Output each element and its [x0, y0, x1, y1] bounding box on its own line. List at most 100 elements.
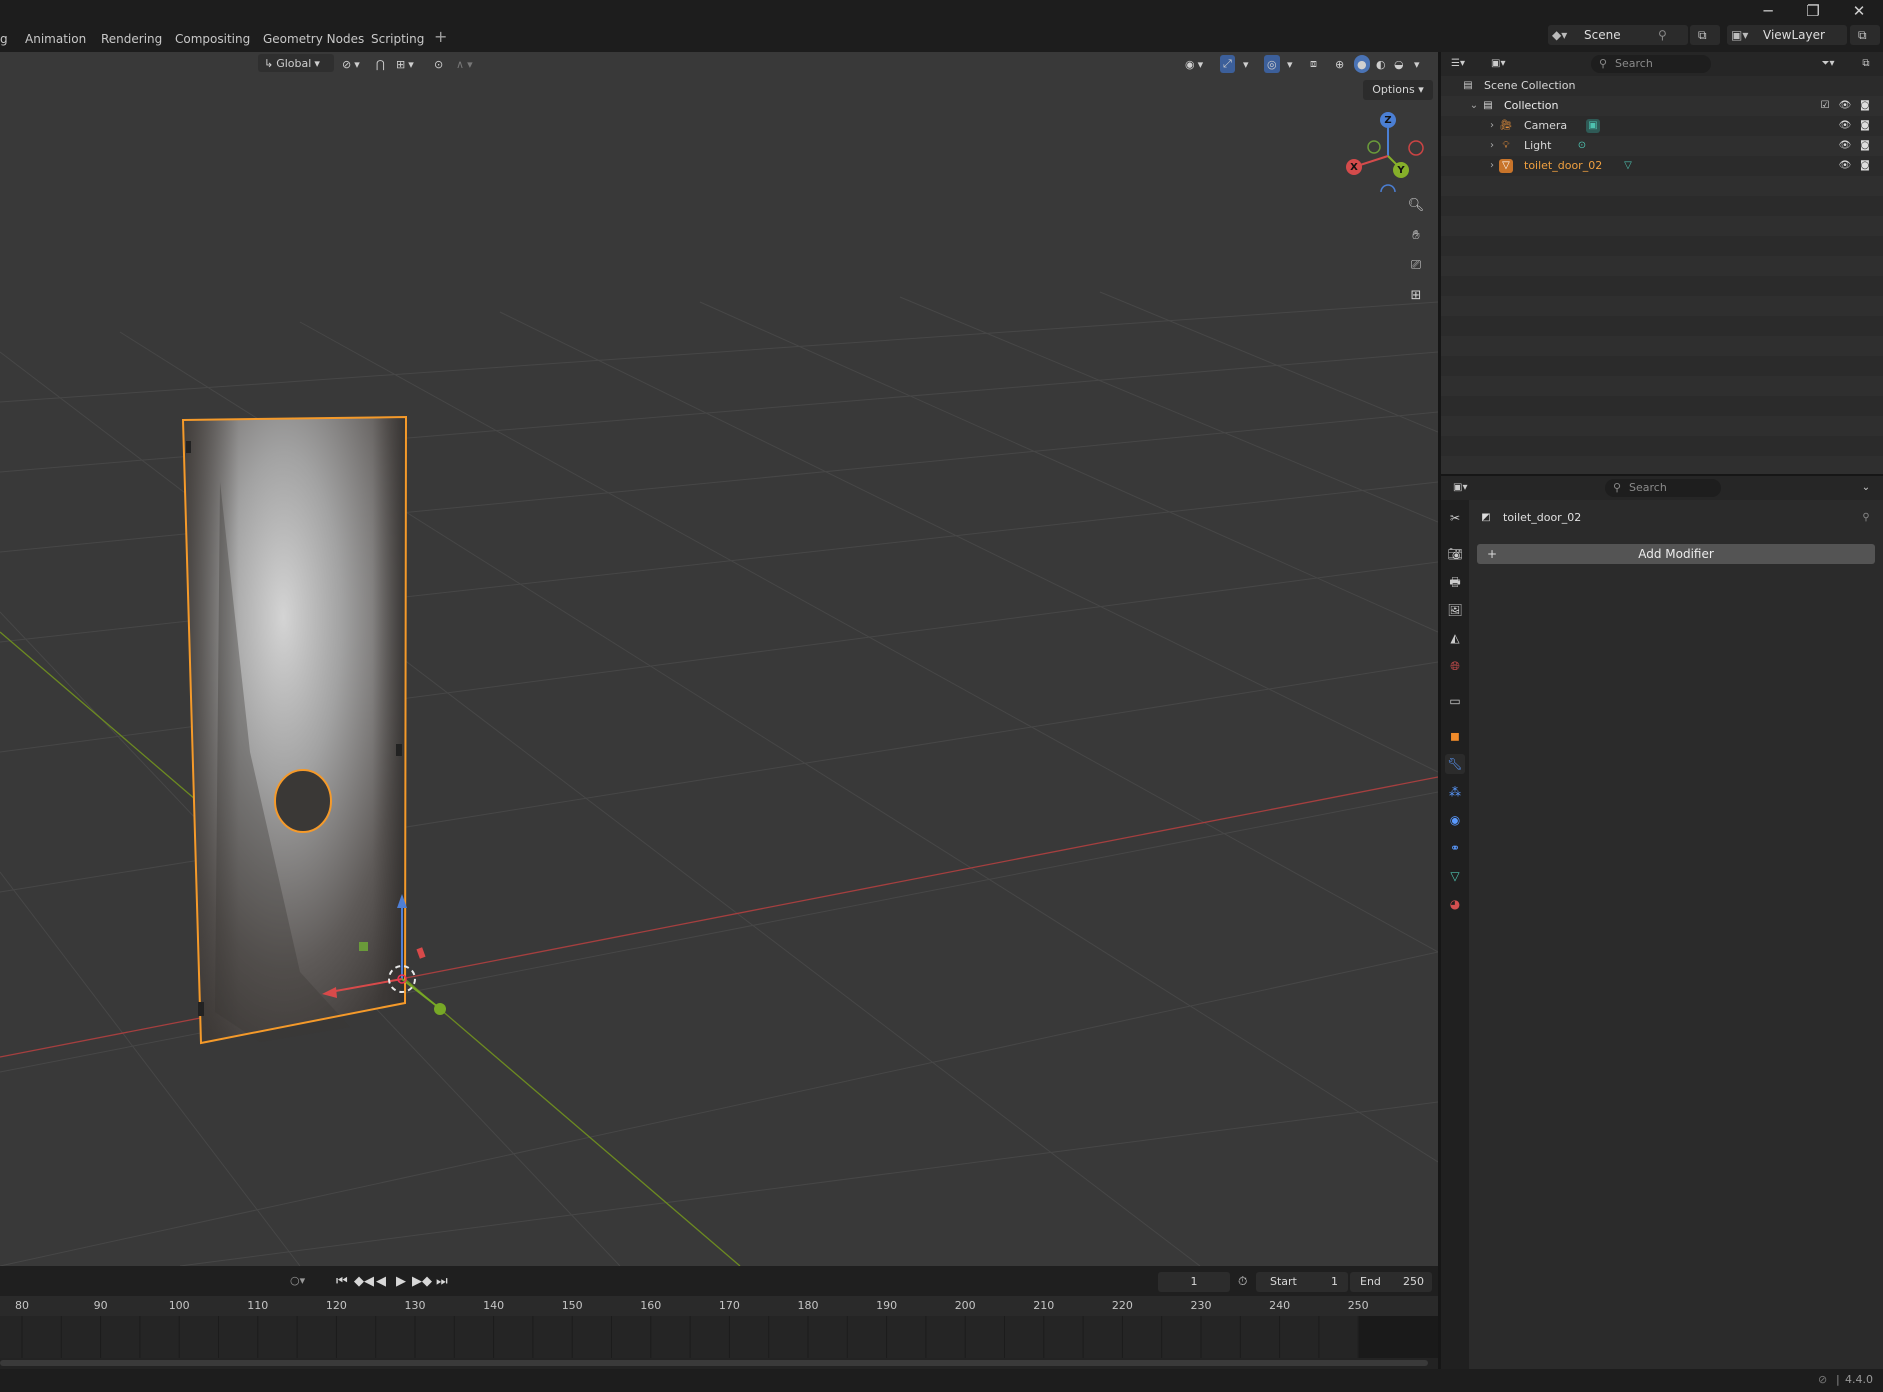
- eye-icon[interactable]: 👁︎: [1838, 139, 1852, 153]
- outliner-row-light[interactable]: › 💡︎ Light ⊙ 👁︎ ◙: [1441, 136, 1883, 156]
- camera-render-icon[interactable]: ◙: [1858, 159, 1872, 173]
- current-frame-field[interactable]: 1: [1158, 1272, 1230, 1292]
- transform-orientation-dropdown[interactable]: ↳ Global ▾: [258, 54, 334, 72]
- view-layer-selector[interactable]: ▣▾ ViewLayer: [1727, 25, 1847, 45]
- camera-render-icon[interactable]: ◙: [1858, 119, 1872, 133]
- outliner-row-toilet-door[interactable]: › ▽ toilet_door_02 ▽ 👁︎ ◙: [1441, 156, 1883, 176]
- gizmo-toggle[interactable]: ⤢: [1220, 55, 1235, 73]
- jump-start-button[interactable]: ⏮: [336, 1274, 348, 1289]
- material-shading-button[interactable]: ◐: [1376, 55, 1386, 73]
- particles-tab-icon[interactable]: ⁂: [1445, 782, 1465, 802]
- options-dropdown[interactable]: Options ▾: [1363, 80, 1433, 100]
- snap-toggle[interactable]: ⋂: [376, 55, 385, 73]
- stopwatch-icon[interactable]: ⏱: [1238, 1274, 1247, 1289]
- collection-tab-icon[interactable]: ▭: [1445, 691, 1465, 711]
- checkbox-icon[interactable]: ☑: [1818, 99, 1832, 113]
- overlays-dropdown[interactable]: ▾: [1287, 55, 1293, 73]
- minimize-button[interactable]: ─: [1745, 0, 1791, 22]
- keyframe-record-icon[interactable]: ○▾: [290, 1274, 305, 1287]
- add-modifier-button[interactable]: + Add Modifier: [1477, 544, 1875, 564]
- light-data-icon[interactable]: ⊙: [1575, 139, 1589, 153]
- new-view-layer-button[interactable]: ⧉: [1850, 25, 1880, 45]
- physics-tab-icon[interactable]: ◉: [1445, 810, 1465, 830]
- viewport-3d[interactable]: ↳ Global ▾ ⊘ ▾ ⋂ ⊞ ▾ ⊙ ∧ ▾ ◉ ▾ ⤢ ▾ ◎ ▾ ⧈ ⊕ ● ◐…: [0, 52, 1438, 1266]
- xray-toggle[interactable]: ⧈: [1310, 55, 1317, 73]
- tab-workspace-layout[interactable]: g: [0, 30, 8, 48]
- close-button[interactable]: ✕: [1836, 0, 1882, 22]
- end-frame-field[interactable]: End 250: [1350, 1272, 1432, 1292]
- tab-geometry-nodes[interactable]: Geometry Nodes: [263, 30, 364, 48]
- object-tab-icon[interactable]: ◼: [1445, 726, 1465, 746]
- display-mode-icon[interactable]: ▣▾: [1491, 57, 1505, 71]
- pin-icon[interactable]: ⚲: [1859, 511, 1873, 525]
- output-tab-icon[interactable]: 🖶︎: [1445, 572, 1465, 592]
- editor-type-icon[interactable]: ▣▾: [1453, 481, 1467, 495]
- tab-scripting[interactable]: Scripting: [371, 30, 424, 48]
- shading-dropdown[interactable]: ▾: [1414, 55, 1420, 73]
- solid-shading-button[interactable]: ●: [1354, 55, 1370, 73]
- camera-render-icon[interactable]: ◙: [1858, 99, 1872, 113]
- filter-icon[interactable]: ⏷▾: [1821, 57, 1835, 71]
- gizmo-z-button[interactable]: Z: [1380, 112, 1396, 128]
- gizmo-dropdown[interactable]: ▾: [1243, 55, 1249, 73]
- render-tab-icon[interactable]: 📷︎: [1445, 544, 1465, 564]
- gizmo-y-button[interactable]: Y: [1393, 162, 1409, 178]
- new-collection-icon[interactable]: ⧉: [1859, 57, 1873, 71]
- chevron-right-icon[interactable]: ›: [1485, 159, 1499, 173]
- timeline-editor[interactable]: ○▾ ⏮ ◆◀ ◀ ▶ ▶◆ ⏭ 1 ⏱ Start 1 End 250 80 9…: [0, 1266, 1438, 1369]
- camera-data-icon[interactable]: ▣: [1586, 119, 1600, 133]
- eye-icon[interactable]: 👁︎: [1838, 99, 1852, 113]
- timeline-ruler[interactable]: 80 90 100 110 120 130 140 150 160 170 180 190 200 210…: [0, 1296, 1438, 1316]
- hand-pan-icon[interactable]: ✋︎: [1403, 222, 1429, 248]
- outliner-row-scene-collection[interactable]: ▤ Scene Collection: [1441, 76, 1883, 96]
- camera-render-icon[interactable]: ◙: [1858, 139, 1872, 153]
- add-workspace-button[interactable]: +: [434, 28, 447, 46]
- jump-end-button[interactable]: ⏭: [436, 1274, 448, 1289]
- tool-tab-icon[interactable]: ✂: [1445, 508, 1465, 528]
- editor-type-icon[interactable]: ☰▾: [1451, 57, 1465, 71]
- falloff-dropdown[interactable]: ∧ ▾: [456, 55, 473, 73]
- grid-ortho-icon[interactable]: ⊞: [1403, 282, 1429, 308]
- outliner-search-input[interactable]: ⚲ Search: [1591, 55, 1711, 73]
- overlays-toggle[interactable]: ◎: [1264, 55, 1280, 73]
- modifier-wrench-icon[interactable]: 🔧︎: [1445, 754, 1465, 774]
- chevron-right-icon[interactable]: ›: [1485, 139, 1499, 153]
- play-button[interactable]: ▶: [396, 1274, 406, 1289]
- outliner-row-collection[interactable]: ⌄ ▤ Collection ☑ 👁︎ ◙: [1441, 96, 1883, 116]
- start-frame-field[interactable]: Start 1: [1256, 1272, 1348, 1292]
- view-layer-tab-icon[interactable]: 🖼︎: [1445, 600, 1465, 620]
- wireframe-shading-button[interactable]: ⊕: [1335, 55, 1344, 73]
- chevron-down-icon[interactable]: ⌄: [1859, 481, 1873, 495]
- next-keyframe-button[interactable]: ▶◆: [412, 1274, 432, 1289]
- visibility-dropdown[interactable]: ◉ ▾: [1185, 55, 1203, 73]
- outliner-row-camera[interactable]: › 🎥︎ Camera ▣ 👁︎ ◙: [1441, 116, 1883, 136]
- chevron-down-icon[interactable]: ⌄: [1467, 99, 1481, 113]
- material-tab-icon[interactable]: ◕: [1445, 894, 1465, 914]
- proportional-edit-toggle[interactable]: ⊙: [434, 55, 443, 73]
- camera-view-icon[interactable]: ⎚: [1403, 252, 1429, 278]
- viewport-scene[interactable]: [0, 52, 1438, 1266]
- chevron-right-icon[interactable]: ›: [1485, 119, 1499, 133]
- pivot-point-dropdown[interactable]: ⊘ ▾: [342, 55, 360, 73]
- gizmo-x-button[interactable]: X: [1346, 159, 1362, 175]
- timeline-scrollbar[interactable]: [0, 1360, 1428, 1366]
- new-scene-button[interactable]: ⧉: [1690, 25, 1720, 45]
- snap-target-dropdown[interactable]: ⊞ ▾: [396, 55, 414, 73]
- tab-compositing[interactable]: Compositing: [175, 30, 250, 48]
- scene-selector[interactable]: ◆▾ Scene ⚲: [1548, 25, 1688, 45]
- scene-tab-icon[interactable]: ◭: [1445, 628, 1465, 648]
- tab-animation[interactable]: Animation: [25, 30, 86, 48]
- properties-search-input[interactable]: ⚲ Search: [1605, 479, 1721, 497]
- eye-icon[interactable]: 👁︎: [1838, 159, 1852, 173]
- tab-rendering[interactable]: Rendering: [101, 30, 162, 48]
- maximize-button[interactable]: ❐: [1790, 0, 1836, 22]
- eye-icon[interactable]: 👁︎: [1838, 119, 1852, 133]
- mesh-data-icon[interactable]: ▽: [1621, 159, 1635, 173]
- play-reverse-button[interactable]: ◀: [376, 1274, 386, 1289]
- navigation-gizmo[interactable]: Z X Y: [1345, 112, 1425, 192]
- mesh-data-tab-icon[interactable]: ▽: [1445, 866, 1465, 886]
- timeline-tracks[interactable]: [0, 1316, 1438, 1358]
- rendered-shading-button[interactable]: ◒: [1394, 55, 1404, 73]
- world-tab-icon[interactable]: 🌐︎: [1445, 656, 1465, 676]
- prev-keyframe-button[interactable]: ◆◀: [354, 1274, 374, 1289]
